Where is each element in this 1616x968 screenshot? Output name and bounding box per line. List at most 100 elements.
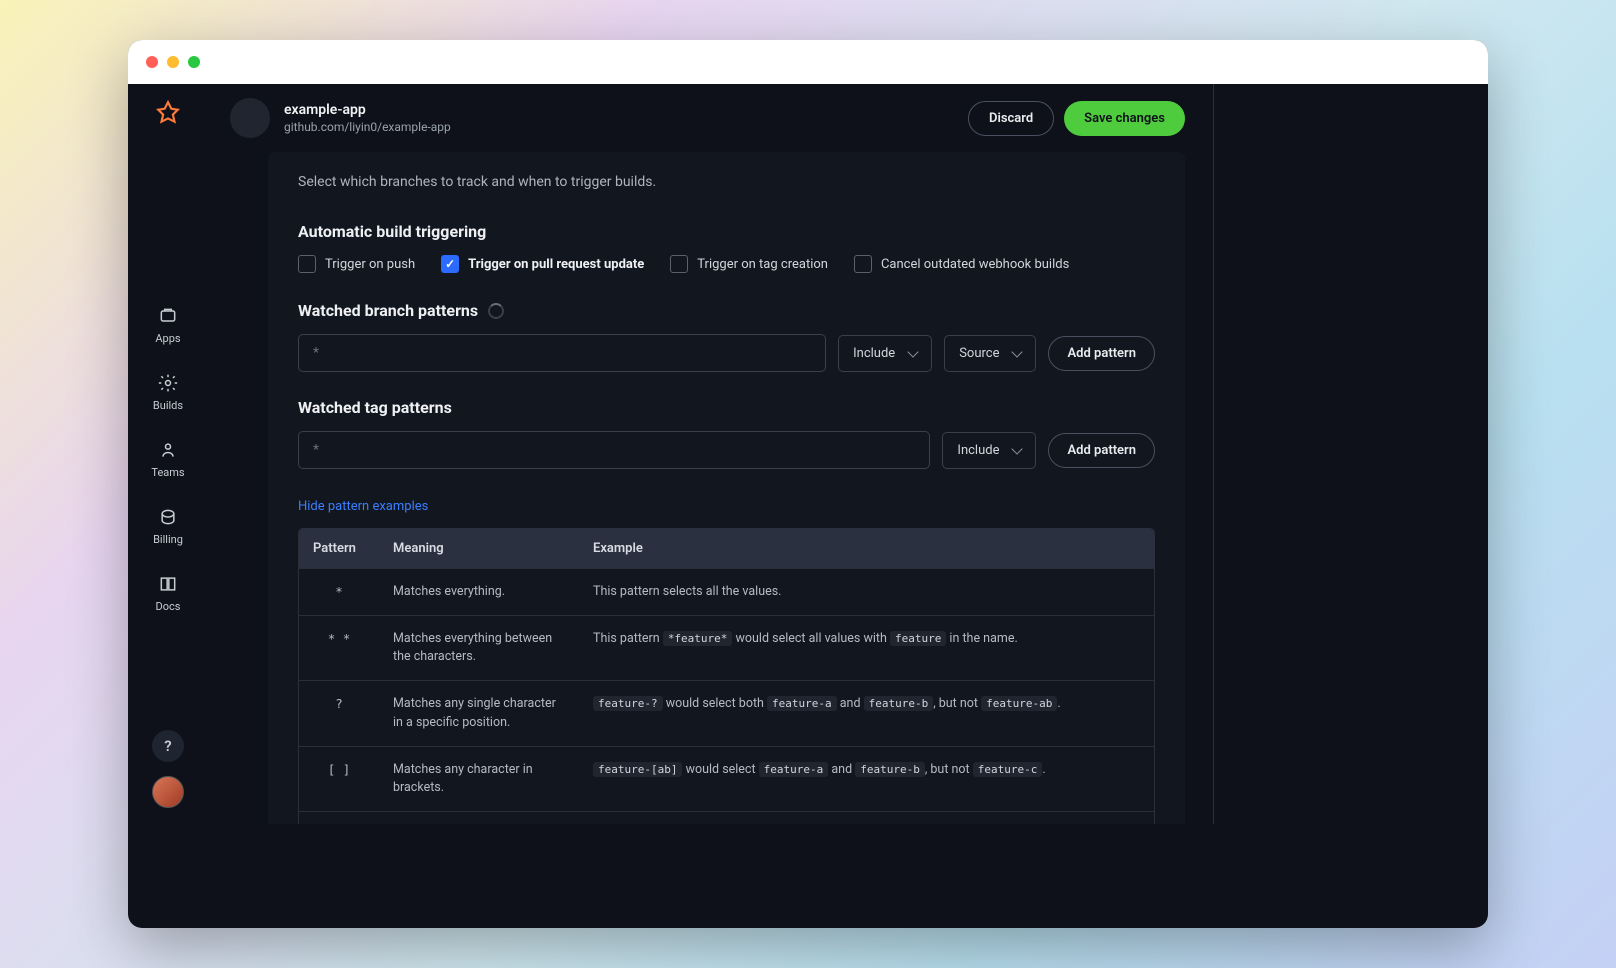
header-actions: Discard Save changes	[968, 101, 1185, 136]
source-label: Source	[959, 346, 999, 361]
cell-example: This pattern *feature* would select all …	[579, 616, 1154, 680]
right-panel	[1213, 84, 1488, 824]
checkbox-box[interactable]	[298, 255, 316, 273]
sidebar-item-label: Billing	[153, 533, 183, 546]
spinner-icon	[488, 303, 504, 319]
cell-example: This pattern selects all the values.	[579, 569, 1154, 615]
cell-example: feature-[ab] would select feature-a and …	[579, 747, 1154, 811]
sidebar-item-label: Teams	[151, 466, 184, 479]
checkbox-label: Trigger on tag creation	[697, 257, 828, 272]
examples-table: Pattern Meaning Example *Matches everyth…	[298, 528, 1155, 824]
sidebar-item-teams[interactable]: Teams	[151, 440, 184, 479]
include-dropdown-tag[interactable]: Include	[942, 432, 1036, 469]
col-meaning: Meaning	[379, 529, 579, 568]
billing-icon	[158, 507, 178, 527]
checkbox-label: Cancel outdated webhook builds	[881, 257, 1069, 272]
tag-pattern-input[interactable]	[298, 431, 930, 469]
sidebar-item-billing[interactable]: Billing	[153, 507, 183, 546]
titlebar	[128, 40, 1488, 84]
add-tag-pattern-button[interactable]: Add pattern	[1048, 433, 1155, 468]
save-button[interactable]: Save changes	[1064, 101, 1185, 136]
minimize-icon[interactable]	[167, 56, 179, 68]
table-row: *Matches everything.This pattern selects…	[299, 568, 1154, 615]
add-branch-pattern-button[interactable]: Add pattern	[1048, 336, 1155, 371]
cell-meaning: Matches any character in brackets.	[379, 747, 579, 811]
include-dropdown[interactable]: Include	[838, 335, 932, 372]
col-pattern: Pattern	[299, 529, 379, 568]
source-dropdown[interactable]: Source	[944, 335, 1036, 372]
chevron-down-icon	[1012, 443, 1023, 454]
cell-meaning: Matches everything between the character…	[379, 616, 579, 680]
sidebar-item-label: Docs	[156, 600, 181, 613]
settings-card: Select which branches to track and when …	[268, 152, 1185, 824]
trigger-section-title: Automatic build triggering	[298, 222, 1155, 241]
sidebar-item-apps[interactable]: Apps	[155, 306, 180, 345]
checkbox-box[interactable]	[670, 255, 688, 273]
cell-example: feature-[!b] would select feature-a and …	[579, 812, 1154, 824]
builds-icon	[158, 373, 178, 393]
checkbox-0[interactable]: Trigger on push	[298, 255, 415, 273]
avatar[interactable]	[152, 776, 184, 808]
cell-pattern: * *	[299, 616, 379, 680]
table-header: Pattern Meaning Example	[299, 529, 1154, 568]
cell-pattern: *	[299, 569, 379, 615]
cell-pattern: ?	[299, 681, 379, 745]
checkbox-box[interactable]	[441, 255, 459, 273]
table-row: [! ]Matches any character not in the bra…	[299, 811, 1154, 824]
close-icon[interactable]	[146, 56, 158, 68]
checkbox-row: Trigger on push Trigger on pull request u…	[298, 255, 1155, 273]
sidebar-bottom: ?	[152, 730, 184, 808]
main: example-app github.com/liyin0/example-ap…	[208, 84, 1488, 824]
header-bar: example-app github.com/liyin0/example-ap…	[208, 84, 1213, 152]
cell-pattern: [ ]	[299, 747, 379, 811]
include-label: Include	[853, 346, 895, 361]
app-body: Apps Builds Teams Billing Docs	[128, 84, 1488, 824]
app-name: example-app	[284, 102, 451, 118]
app-text: example-app github.com/liyin0/example-ap…	[284, 102, 451, 134]
tag-section-title: Watched tag patterns	[298, 398, 1155, 417]
checkbox-3[interactable]: Cancel outdated webhook builds	[854, 255, 1069, 273]
tag-pattern-row: Include Add pattern	[298, 431, 1155, 469]
cell-pattern: [! ]	[299, 812, 379, 824]
table-row: * *Matches everything between the charac…	[299, 615, 1154, 680]
app-repo: github.com/liyin0/example-app	[284, 120, 451, 134]
table-row: [ ]Matches any character in brackets.fea…	[299, 746, 1154, 811]
sidebar-item-builds[interactable]: Builds	[153, 373, 183, 412]
logo-icon	[155, 100, 181, 126]
app-window: Apps Builds Teams Billing Docs	[128, 40, 1488, 928]
cell-example: feature-? would select both feature-a an…	[579, 681, 1154, 745]
table-row: ?Matches any single character in a speci…	[299, 680, 1154, 745]
help-button[interactable]: ?	[152, 730, 184, 762]
apps-icon	[158, 306, 178, 326]
branch-pattern-row: Include Source Add pattern	[298, 334, 1155, 372]
checkbox-box[interactable]	[854, 255, 872, 273]
teams-icon	[158, 440, 178, 460]
chevron-down-icon	[908, 346, 919, 357]
sidebar-item-label: Builds	[153, 399, 183, 412]
sidebar: Apps Builds Teams Billing Docs	[128, 84, 208, 824]
checkbox-2[interactable]: Trigger on tag creation	[670, 255, 828, 273]
app-identity: example-app github.com/liyin0/example-ap…	[230, 98, 451, 138]
card-description: Select which branches to track and when …	[298, 174, 1155, 190]
checkbox-label: Trigger on push	[325, 257, 415, 272]
checkbox-label: Trigger on pull request update	[468, 257, 644, 272]
cell-meaning: Matches any character not in the bracket…	[379, 812, 579, 824]
cell-meaning: Matches any single character in a specif…	[379, 681, 579, 745]
cell-meaning: Matches everything.	[379, 569, 579, 615]
col-example: Example	[579, 529, 1154, 568]
sidebar-item-label: Apps	[155, 332, 180, 345]
app-avatar	[230, 98, 270, 138]
nav-items: Apps Builds Teams Billing Docs	[151, 306, 184, 613]
branch-section-title-text: Watched branch patterns	[298, 301, 478, 320]
toggle-examples-link[interactable]: Hide pattern examples	[298, 499, 428, 514]
maximize-icon[interactable]	[188, 56, 200, 68]
branch-pattern-input[interactable]	[298, 334, 826, 372]
sidebar-item-docs[interactable]: Docs	[156, 574, 181, 613]
chevron-down-icon	[1012, 346, 1023, 357]
branch-section-title: Watched branch patterns	[298, 301, 1155, 320]
content-column: example-app github.com/liyin0/example-ap…	[208, 84, 1213, 824]
include-label: Include	[957, 443, 999, 458]
docs-icon	[158, 574, 178, 594]
discard-button[interactable]: Discard	[968, 101, 1054, 136]
checkbox-1[interactable]: Trigger on pull request update	[441, 255, 644, 273]
